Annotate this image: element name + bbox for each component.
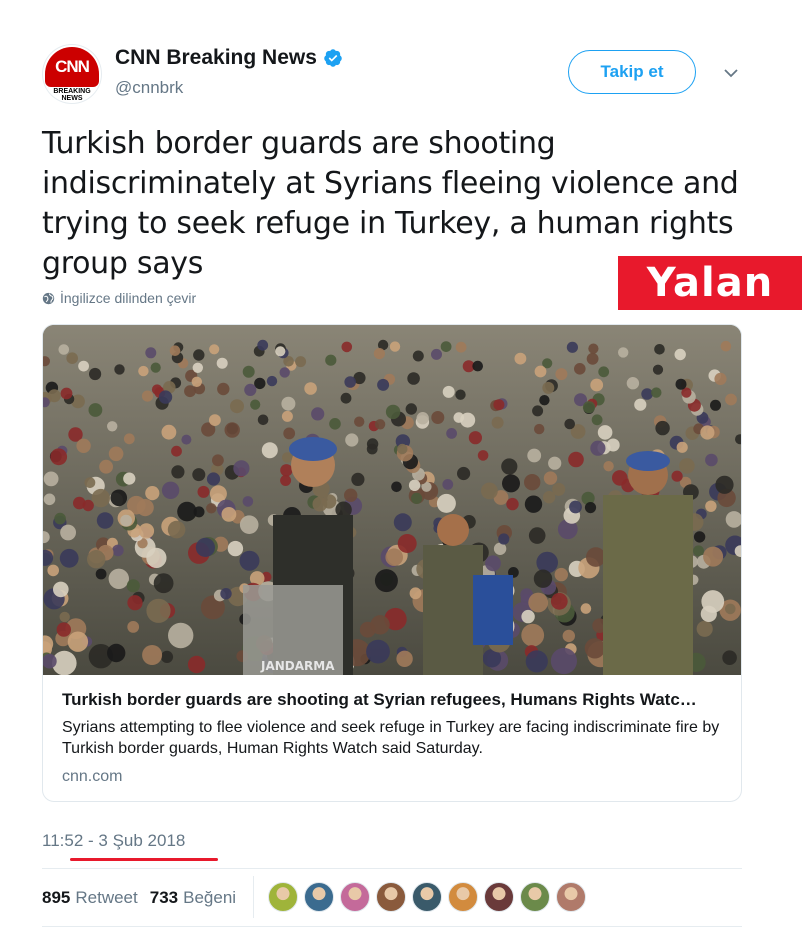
verified-badge-icon — [324, 49, 342, 67]
overlay-label-yalan: Yalan — [618, 256, 802, 310]
handle[interactable]: @cnnbrk — [115, 78, 183, 98]
liker-avatar[interactable] — [448, 882, 478, 912]
timestamp-underline-annotation — [70, 858, 218, 861]
display-name-text[interactable]: CNN Breaking News — [115, 46, 317, 70]
tweet-container: CNN BREAKING NEWS CNN Breaking News @cnn… — [0, 0, 802, 952]
cnn-logo-subtitle: BREAKING NEWS — [53, 88, 91, 102]
divider — [42, 926, 742, 927]
card-domain: cnn.com — [62, 768, 123, 785]
globe-icon — [42, 292, 55, 304]
display-name[interactable]: CNN Breaking News — [115, 46, 343, 70]
liker-avatar[interactable] — [376, 882, 406, 912]
liker-avatar[interactable] — [304, 882, 334, 912]
card-image[interactable]: JANDARMA — [43, 325, 741, 675]
translate-label[interactable]: İngilizce dilinden çevir — [60, 290, 196, 306]
stats-separator — [253, 876, 254, 918]
retweet-count[interactable]: 895 — [42, 888, 70, 908]
crowd-photo: JANDARMA — [43, 325, 741, 675]
card-body[interactable]: Turkish border guards are shooting at Sy… — [62, 689, 732, 786]
liker-avatar[interactable] — [484, 882, 514, 912]
liker-avatar[interactable] — [556, 882, 586, 912]
liker-avatar[interactable] — [520, 882, 550, 912]
card-title[interactable]: Turkish border guards are shooting at Sy… — [62, 689, 732, 711]
jandarma-watermark: JANDARMA — [260, 659, 335, 673]
liker-avatars — [268, 882, 592, 912]
liker-avatar[interactable] — [340, 882, 370, 912]
card-description: Syrians attempting to flee violence and … — [62, 719, 720, 757]
retweet-label[interactable]: Retweet — [75, 888, 137, 908]
timestamp[interactable]: 11:52 - 3 Şub 2018 — [42, 831, 185, 851]
like-count[interactable]: 733 — [150, 888, 178, 908]
like-label[interactable]: Beğeni — [183, 888, 236, 908]
profile-avatar[interactable]: CNN BREAKING NEWS — [42, 44, 102, 104]
link-card[interactable]: JANDARMA Turkish border guards are shoot… — [42, 324, 742, 802]
cnn-logo: CNN — [45, 47, 99, 87]
liker-avatar[interactable] — [412, 882, 442, 912]
liker-avatar[interactable] — [268, 882, 298, 912]
chevron-down-icon[interactable] — [722, 64, 740, 82]
translate-link[interactable]: İngilizce dilinden çevir — [42, 290, 196, 306]
divider — [42, 868, 742, 869]
like-stat[interactable]: 733 Beğeni — [150, 888, 236, 908]
engagement-stats: 895 Retweet 733 Beğeni — [42, 886, 248, 910]
retweet-stat[interactable]: 895 Retweet — [42, 888, 138, 908]
follow-button[interactable]: Takip et — [568, 50, 696, 94]
